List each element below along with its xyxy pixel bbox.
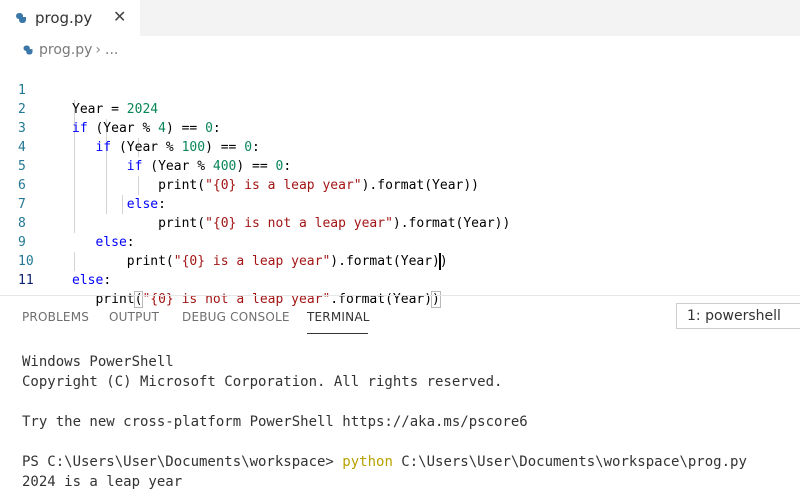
code-text: else: — [72, 273, 112, 288]
tab-debug-console[interactable]: DEBUG CONSOLE — [182, 310, 290, 324]
terminal-line: Try the new cross-platform PowerShell ht… — [22, 414, 528, 430]
tab-label: prog.py — [35, 9, 93, 27]
breadcrumb-file[interactable]: prog.py — [39, 42, 92, 58]
chevron-right-icon: › — [95, 42, 102, 58]
terminal-prompt: PS C:\Users\User\Documents\workspace> — [22, 454, 343, 470]
tab-terminal[interactable]: TERMINAL — [307, 310, 370, 324]
line-number: 11 — [18, 273, 34, 288]
python-file-icon — [15, 12, 27, 24]
tab-output[interactable]: OUTPUT — [109, 310, 159, 324]
tab-prog-py[interactable]: prog.py ✕ — [0, 0, 140, 36]
code-line: 10 else: — [0, 233, 800, 288]
terminal-command: python — [342, 454, 393, 470]
code-line: 6 else: — [0, 157, 800, 212]
code-line: 9 print("{0} is a leap year").format(Yea… — [0, 214, 800, 269]
terminal-line: 2024 is a leap year — [22, 474, 183, 490]
terminal-line: Copyright (C) Microsoft Corporation. All… — [22, 374, 503, 390]
close-icon[interactable]: ✕ — [113, 7, 126, 26]
terminal-line: Windows PowerShell — [22, 354, 174, 370]
terminal-command-args: C:\Users\User\Documents\workspace\prog.p… — [392, 454, 747, 470]
terminal-shell-select-value: 1: powershell — [687, 308, 781, 324]
code-line: 4 if (Year % 400) == 0: — [0, 119, 800, 174]
editor-tab-bar: prog.py ✕ — [0, 0, 800, 36]
breadcrumb-more[interactable]: ... — [105, 42, 118, 58]
code-line: 7 print("{0} is not a leap year").format… — [0, 176, 800, 231]
python-file-icon — [23, 45, 34, 56]
code-line: 2 if (Year % 4) == 0: — [0, 81, 800, 136]
terminal-output[interactable]: Windows PowerShell Copyright (C) Microso… — [22, 352, 747, 492]
code-line: 3 if (Year % 100) == 0: — [0, 100, 800, 155]
code-line: 8 else: — [0, 195, 800, 250]
terminal-shell-select[interactable]: 1: powershell — [676, 303, 800, 329]
panel-divider — [0, 295, 800, 296]
text-cursor — [439, 253, 441, 270]
code-line: 5 print("{0} is a leap year").format(Yea… — [0, 138, 800, 193]
code-line: 1 Year = 2024 — [0, 62, 800, 117]
tab-problems[interactable]: PROBLEMS — [22, 310, 89, 324]
code-line: 11 print("{0} is not a leap year".format… — [0, 252, 800, 308]
terminal-command-line: PS C:\Users\User\Documents\workspace> py… — [22, 452, 747, 472]
active-tab-indicator — [307, 333, 368, 334]
code-editor[interactable]: 1 Year = 2024 2 if (Year % 4) == 0: 3 if… — [0, 62, 800, 308]
breadcrumb: prog.py › ... — [22, 40, 118, 60]
